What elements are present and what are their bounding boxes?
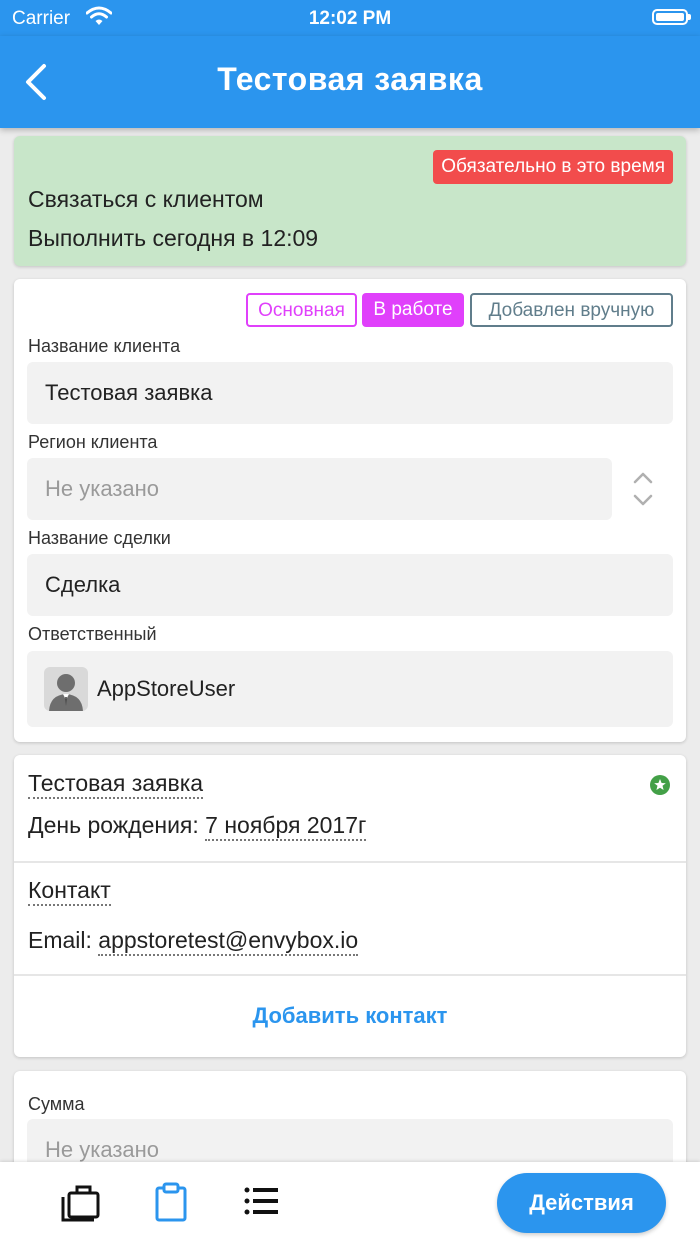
navigation-bar: Тестовая заявка (0, 36, 700, 128)
urgent-badge: Обязательно в это время (433, 150, 673, 184)
contact-title-row: Контакт (28, 877, 111, 906)
birthday-value[interactable]: 7 ноября 2017г (205, 812, 367, 841)
contact-title-link[interactable]: Контакт (28, 877, 111, 906)
email-label: Email: (28, 927, 92, 953)
divider (14, 974, 686, 976)
task-due-time: Выполнить сегодня в 12:09 (28, 225, 319, 251)
tag-main[interactable]: Основная (246, 293, 357, 327)
amount-label: Сумма (28, 1094, 85, 1114)
deal-name-field[interactable]: Сделка (27, 554, 673, 616)
actions-button[interactable]: Действия (497, 1173, 666, 1233)
client-name-label: Название клиента (28, 336, 181, 356)
tag-in-work[interactable]: В работе (362, 293, 464, 327)
briefcase-icon[interactable] (60, 1182, 100, 1227)
responsible-field[interactable]: AppStoreUser (27, 651, 673, 727)
user-avatar-icon (49, 674, 83, 711)
status-time: 12:02 PM (308, 8, 392, 29)
deal-name-label: Название сделки (28, 528, 171, 548)
tag-added-manually[interactable]: Добавлен вручную (470, 293, 673, 327)
avatar (44, 667, 88, 711)
client-name-field[interactable]: Тестовая заявка (27, 362, 673, 424)
client-region-label: Регион клиента (28, 432, 158, 452)
star-icon[interactable] (650, 775, 670, 800)
client-info-card: Основная В работе Добавлен вручную Назва… (14, 279, 686, 742)
list-icon[interactable] (244, 1186, 280, 1223)
page-title: Тестовая заявка (217, 61, 483, 97)
battery-icon (652, 9, 691, 25)
client-region-select[interactable]: Не указано (27, 458, 612, 520)
bottom-toolbar: Действия (0, 1162, 700, 1244)
birthday-row: День рождения: 7 ноября 2017г (28, 812, 367, 841)
status-bar: Carrier 12:02 PM (0, 0, 700, 36)
task-title: Связаться с клиентом (28, 186, 264, 212)
birthday-label: День рождения: (28, 812, 199, 838)
email-value[interactable]: appstoretest@envybox.io (98, 927, 359, 956)
responsible-label: Ответственный (28, 624, 157, 644)
divider (14, 861, 686, 863)
task-reminder-card[interactable]: Обязательно в это время Связаться с клие… (14, 136, 686, 266)
add-contact-button[interactable]: Добавить контакт (14, 1003, 686, 1029)
client-title-row: Тестовая заявка (28, 770, 204, 799)
contact-card: Тестовая заявка День рождения: 7 ноября … (14, 755, 686, 1057)
responsible-name: AppStoreUser (97, 676, 236, 701)
select-arrows-icon[interactable] (631, 471, 655, 512)
email-row: Email: appstoretest@envybox.io (28, 927, 359, 956)
client-title-link[interactable]: Тестовая заявка (28, 770, 204, 799)
clipboard-icon[interactable] (152, 1182, 190, 1227)
